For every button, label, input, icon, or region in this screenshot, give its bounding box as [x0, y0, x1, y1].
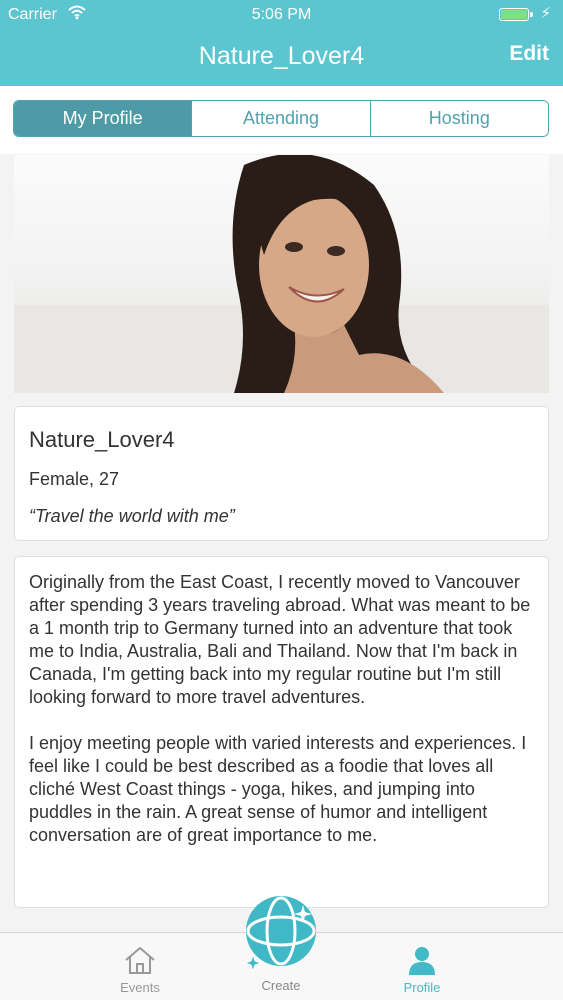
bio-paragraph: Originally from the East Coast, I recent…	[29, 572, 531, 707]
status-bar: Carrier 5:06 PM ⚡︎	[0, 0, 563, 30]
tab-events[interactable]: Events	[110, 933, 170, 995]
segment-bar: My Profile Attending Hosting	[0, 86, 563, 154]
profile-gender-age: Female, 27	[29, 469, 120, 489]
edit-button[interactable]: Edit	[509, 42, 549, 66]
page-title: Nature_Lover4	[198, 42, 365, 70]
bottom-tab-bar: Events Create Profile	[0, 896, 563, 1000]
battery-nub	[530, 12, 533, 17]
battery-icon	[499, 8, 533, 21]
profile-segmented-control: My Profile Attending Hosting	[13, 100, 549, 137]
globe-sparkle-icon	[231, 893, 331, 976]
charging-bolt-icon: ⚡︎	[540, 5, 551, 22]
battery-level	[501, 10, 527, 19]
header: Carrier 5:06 PM ⚡︎ Nature_Lover4 Edit	[0, 0, 563, 86]
person-icon	[392, 945, 452, 978]
profile-bio-card: Originally from the East Coast, I recent…	[14, 556, 549, 908]
tab-my-profile[interactable]: My Profile	[14, 101, 192, 136]
house-icon	[110, 945, 170, 978]
profile-username: Nature_Lover4	[29, 427, 175, 452]
status-time: 5:06 PM	[251, 6, 312, 23]
profile-summary-card: Nature_Lover4 Female, 27 “Travel the wor…	[14, 406, 549, 541]
tab-attending[interactable]: Attending	[191, 101, 370, 136]
tab-create-label: Create	[261, 978, 301, 993]
bio-paragraph: I enjoy meeting people with varied inter…	[29, 733, 527, 845]
tab-events-label: Events	[120, 980, 160, 995]
tab-profile-label: Profile	[403, 980, 441, 995]
tab-create[interactable]: Create	[231, 893, 331, 993]
tab-profile[interactable]: Profile	[392, 933, 452, 995]
profile-photo	[14, 155, 549, 393]
tab-hosting[interactable]: Hosting	[369, 101, 548, 136]
profile-tagline: “Travel the world with me”	[29, 506, 235, 526]
